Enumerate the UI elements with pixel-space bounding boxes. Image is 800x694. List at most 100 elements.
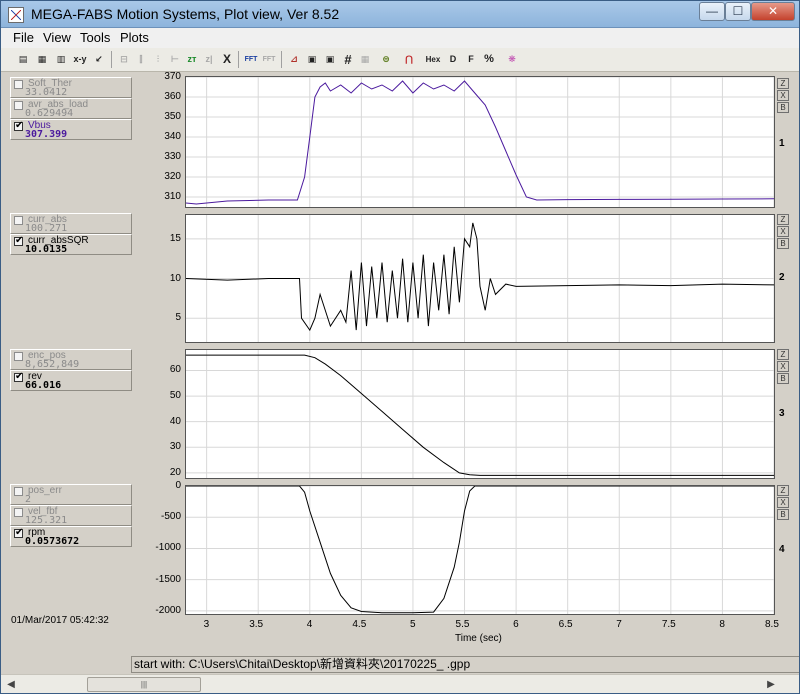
plot1-b-button[interactable]: B — [777, 102, 789, 113]
scroll-thumb[interactable]: ||| — [87, 677, 201, 692]
plot3-zoom-button[interactable]: Z — [777, 349, 789, 360]
menu-plots[interactable]: Plots — [120, 30, 149, 45]
channel-vbus[interactable]: ✔ Vbus 307.399 — [10, 119, 132, 140]
y-tick-label: 350 — [164, 111, 181, 122]
channel-checkbox[interactable]: ✔ — [14, 527, 23, 538]
channel-checkbox[interactable]: ✔ — [14, 371, 24, 382]
filter-icon[interactable]: ⊜ — [378, 51, 394, 68]
scroll-right-icon[interactable]: ▶ — [763, 677, 779, 692]
layout-grid-icon[interactable]: ▥ — [53, 51, 69, 68]
menu-file[interactable]: File — [13, 30, 34, 45]
menu-bar: File View Tools Plots — [1, 28, 799, 48]
magnet-icon[interactable]: ⋂ — [401, 51, 417, 68]
fft-compare-button[interactable]: FFT — [261, 51, 277, 68]
plot-number-4: 4 — [779, 544, 785, 555]
check-mark-icon: ✔ — [15, 371, 24, 382]
plot-vbus-canvas[interactable] — [186, 77, 774, 207]
channel-checkbox[interactable] — [14, 101, 23, 110]
check-mark-icon: ✔ — [15, 120, 24, 131]
y-tick-label: 330 — [164, 151, 181, 162]
plot-panel-3[interactable] — [185, 349, 775, 479]
x-tick-label: 6 — [513, 619, 519, 630]
channel-checkbox[interactable] — [14, 352, 23, 361]
channel-checkbox[interactable]: ✔ — [14, 120, 24, 131]
minimize-button[interactable]: — — [699, 2, 725, 21]
channel-avr-abs-load[interactable]: avr_abs_load 0.629494 — [10, 98, 132, 119]
plot1-zoom-button[interactable]: Z — [777, 78, 789, 89]
channel-soft-ther[interactable]: Soft_Ther 33.0412 — [10, 77, 132, 98]
maximize-button[interactable]: ☐ — [725, 2, 751, 21]
channel-checkbox[interactable] — [14, 216, 23, 225]
y-tick-label: 310 — [164, 191, 181, 202]
save-plot-icon[interactable]: ▣ — [304, 51, 320, 68]
series-line-rpm — [186, 486, 774, 614]
plot-panel-2[interactable] — [185, 214, 775, 343]
plot2-b-button[interactable]: B — [777, 238, 789, 249]
channel-curr-abssqr[interactable]: ✔ curr_absSQR 10.0135 — [10, 234, 132, 255]
x-tick-label: 5 — [409, 619, 416, 630]
channel-vel-fbf[interactable]: vel_fbf 125.321 — [10, 505, 132, 526]
title-bar[interactable]: MEGA-FABS Motion Systems, Plot view, Ver… — [1, 1, 799, 28]
fine-grid-icon[interactable]: ▦ — [357, 51, 373, 68]
plot3-close-button[interactable]: X — [777, 361, 789, 372]
y-tick-label: 5 — [175, 312, 181, 324]
plot1-close-button[interactable]: X — [777, 90, 789, 101]
fft-button[interactable]: FFT — [243, 51, 259, 68]
menu-tools[interactable]: Tools — [80, 30, 110, 45]
channel-enc-pos[interactable]: enc_pos 8,652,849 — [10, 349, 132, 370]
plot-rev-canvas[interactable] — [186, 350, 774, 478]
x-axis-button[interactable]: X — [219, 51, 235, 68]
horizontal-scrollbar[interactable]: ◀ ||| ▶ — [1, 674, 799, 693]
print-plot-icon[interactable]: ▣ — [322, 51, 338, 68]
axis-icon[interactable]: ↙ — [91, 51, 107, 68]
channel-curr-abs[interactable]: curr_abs 100.271 — [10, 213, 132, 234]
plot-panel-4[interactable] — [185, 485, 775, 615]
plot3-b-button[interactable]: B — [777, 373, 789, 384]
plot2-zoom-button[interactable]: Z — [777, 214, 789, 225]
measure-icon[interactable]: ⊿ — [286, 51, 302, 68]
channel-rev[interactable]: ✔ rev 66.016 — [10, 370, 132, 391]
split-horizontal-icon[interactable]: ⊟ — [116, 51, 132, 68]
layout-stack-icon[interactable]: ▦ — [34, 51, 50, 68]
hex-format-button[interactable]: Hex — [424, 51, 442, 68]
split-vertical-icon[interactable]: ⫿ — [133, 51, 149, 68]
decimal-format-button[interactable]: D — [445, 51, 461, 68]
channel-checkbox[interactable] — [14, 487, 23, 496]
channel-checkbox[interactable]: ✔ — [14, 235, 23, 246]
channel-pos-err[interactable]: pos_err 2 — [10, 484, 132, 505]
y-tick-label: 370 — [164, 71, 181, 82]
plot-curr-canvas[interactable] — [186, 215, 774, 342]
y-tick-label: 40 — [169, 415, 181, 427]
plot4-b-button[interactable]: B — [777, 509, 789, 520]
percent-format-button[interactable]: % — [481, 51, 497, 68]
layout-single-icon[interactable]: ▤ — [15, 51, 31, 68]
channel-rpm[interactable]: ✔ rpm 0.0573672 — [10, 526, 132, 547]
y-tick-label: -1000 — [155, 542, 181, 554]
plot2-close-button[interactable]: X — [777, 226, 789, 237]
xy-plot-button[interactable]: x-y — [72, 51, 88, 68]
float-format-button[interactable]: F — [463, 51, 479, 68]
x-tick-label: 3 — [203, 619, 210, 630]
scroll-left-icon[interactable]: ◀ — [3, 677, 19, 692]
marker-icon[interactable]: ⊢ — [167, 51, 183, 68]
y-tick-label: 20 — [169, 466, 181, 478]
zoom-reset-icon[interactable]: z| — [201, 51, 217, 68]
grid-toggle-icon[interactable]: # — [340, 51, 356, 68]
y-tick-label: -1500 — [155, 573, 181, 585]
zoom-time-icon[interactable]: zт — [184, 51, 200, 68]
plot4-close-button[interactable]: X — [777, 497, 789, 508]
plot4-zoom-button[interactable]: Z — [777, 485, 789, 496]
channel-name: pos_err — [28, 485, 62, 496]
x-tick-label: 7 — [616, 619, 622, 630]
channel-value: 307.399 — [25, 129, 68, 140]
cursor-line-icon[interactable]: ⫶ — [150, 51, 166, 68]
close-button[interactable]: ✕ — [751, 2, 795, 21]
plot-panel-1[interactable] — [185, 76, 775, 208]
color-settings-icon[interactable]: ❋ — [504, 51, 520, 68]
channel-checkbox[interactable] — [14, 80, 23, 89]
menu-view[interactable]: View — [43, 30, 71, 45]
plot-rpm-canvas[interactable] — [186, 486, 774, 614]
status-bar: start with: C:\Users\Chitai\Desktop\新增資料… — [1, 656, 799, 673]
channel-checkbox[interactable] — [14, 508, 23, 517]
x-tick-label: 4.5 — [352, 619, 367, 630]
